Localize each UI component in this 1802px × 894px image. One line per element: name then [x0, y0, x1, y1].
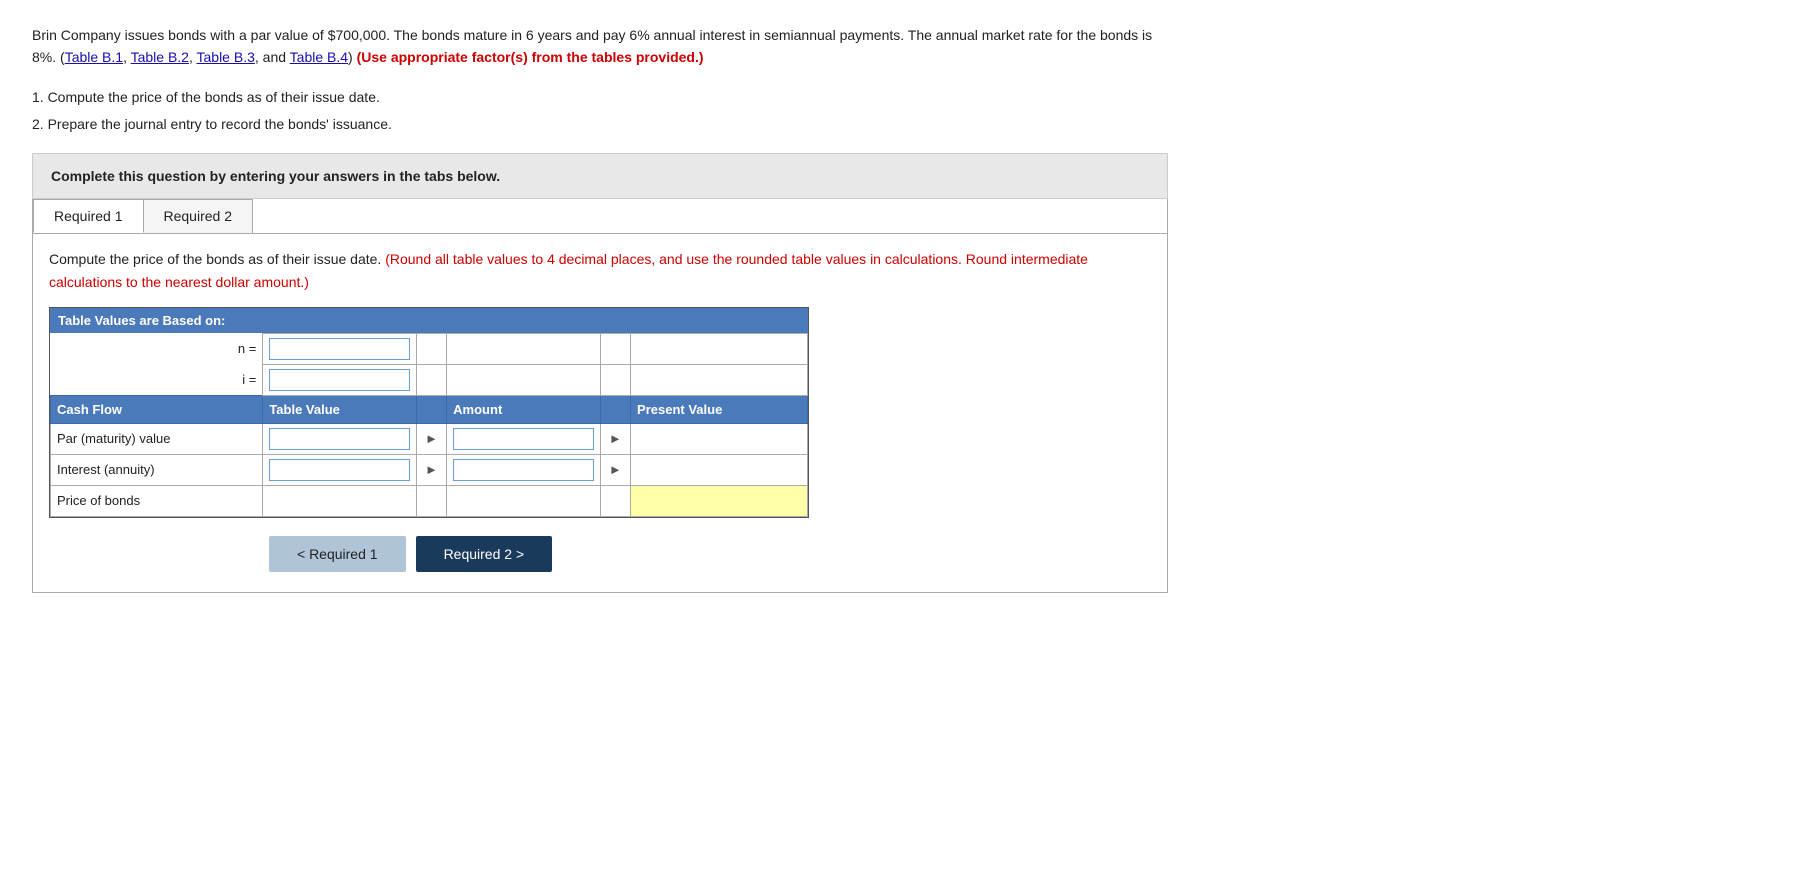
problem-use-factors: (Use appropriate factor(s) from the tabl…: [357, 49, 704, 65]
i-empty3: [600, 364, 631, 395]
i-empty1: [416, 364, 447, 395]
n-label: n =: [51, 333, 263, 364]
price-label: Price of bonds: [51, 485, 263, 516]
table-section: Table Values are Based on: n =: [49, 307, 809, 518]
cf-header-row: Cash Flow Table Value Amount Present Val…: [51, 395, 808, 423]
n-empty1: [416, 333, 447, 364]
col-header-cashflow: Cash Flow: [51, 395, 263, 423]
interest-row: Interest (annuity) ► ►: [51, 454, 808, 485]
prev-button[interactable]: < Required 1: [269, 536, 406, 572]
interest-arrow1: ►: [416, 454, 447, 485]
par-tv-cell[interactable]: [263, 423, 416, 454]
i-label: i =: [51, 364, 263, 395]
price-row: Price of bonds: [51, 485, 808, 516]
i-row: i =: [51, 364, 808, 395]
price-pv-input[interactable]: [637, 490, 801, 512]
i-empty4: [631, 364, 808, 395]
interest-amt-cell[interactable]: [447, 454, 600, 485]
instructions: 1. Compute the price of the bonds as of …: [32, 85, 1168, 137]
par-amt-cell[interactable]: [447, 423, 600, 454]
problem-text-part2: ): [348, 49, 357, 65]
instruction-2: 2. Prepare the journal entry to record t…: [32, 112, 1168, 137]
n-empty2: [447, 333, 600, 364]
i-input-cell[interactable]: [263, 364, 416, 395]
instruction-1: 1. Compute the price of the bonds as of …: [32, 85, 1168, 110]
par-amt-input[interactable]: [453, 428, 593, 450]
par-arrow2: ►: [600, 423, 631, 454]
price-tv-empty: [263, 485, 416, 516]
problem-text: Brin Company issues bonds with a par val…: [32, 24, 1168, 69]
price-arrow2-empty: [600, 485, 631, 516]
col-header-tablevalue: Table Value: [263, 395, 416, 423]
n-empty4: [631, 333, 808, 364]
i-input[interactable]: [269, 369, 409, 391]
price-amt-empty: [447, 485, 600, 516]
tab1-description: Compute the price of the bonds as of the…: [49, 248, 1151, 293]
col-header-presentvalue: Present Value: [631, 395, 808, 423]
complete-box: Complete this question by entering your …: [32, 153, 1168, 199]
par-pv-input[interactable]: [637, 428, 801, 450]
interest-tv-cell[interactable]: [263, 454, 416, 485]
interest-pv-cell[interactable]: [631, 454, 808, 485]
table-b3-link[interactable]: Table B.3: [197, 49, 255, 65]
tab1-desc-main: Compute the price of the bonds as of the…: [49, 251, 381, 267]
table-b2-link[interactable]: Table B.2: [131, 49, 189, 65]
par-tv-input[interactable]: [269, 428, 409, 450]
interest-arrow2: ►: [600, 454, 631, 485]
tab1-content: Compute the price of the bonds as of the…: [33, 234, 1167, 592]
par-arrow1: ►: [416, 423, 447, 454]
par-label: Par (maturity) value: [51, 423, 263, 454]
n-empty3: [600, 333, 631, 364]
n-input[interactable]: [269, 338, 409, 360]
complete-box-text: Complete this question by entering your …: [51, 168, 500, 184]
interest-pv-input[interactable]: [637, 459, 801, 481]
n-row: n =: [51, 333, 808, 364]
values-table: n = i = Cash Flo: [50, 333, 808, 517]
n-input-cell[interactable]: [263, 333, 416, 364]
tab-required2[interactable]: Required 2: [143, 199, 254, 233]
price-pv-cell[interactable]: [631, 485, 808, 516]
par-pv-cell[interactable]: [631, 423, 808, 454]
interest-tv-input[interactable]: [269, 459, 409, 481]
col-header-arrow2: [600, 395, 631, 423]
interest-amt-input[interactable]: [453, 459, 593, 481]
par-row: Par (maturity) value ► ►: [51, 423, 808, 454]
tabs-row: Required 1 Required 2: [33, 199, 1167, 234]
price-arrow-empty: [416, 485, 447, 516]
nav-buttons: < Required 1 Required 2 >: [49, 536, 1151, 572]
col-header-arrow1: [416, 395, 447, 423]
table-header: Table Values are Based on:: [50, 308, 808, 333]
table-b1-link[interactable]: Table B.1: [65, 49, 123, 65]
col-header-amount: Amount: [447, 395, 600, 423]
i-empty2: [447, 364, 600, 395]
interest-label: Interest (annuity): [51, 454, 263, 485]
next-button[interactable]: Required 2 >: [416, 536, 553, 572]
table-b4-link[interactable]: Table B.4: [290, 49, 348, 65]
tab-required1[interactable]: Required 1: [33, 199, 144, 233]
tabs-container: Required 1 Required 2 Compute the price …: [32, 199, 1168, 593]
